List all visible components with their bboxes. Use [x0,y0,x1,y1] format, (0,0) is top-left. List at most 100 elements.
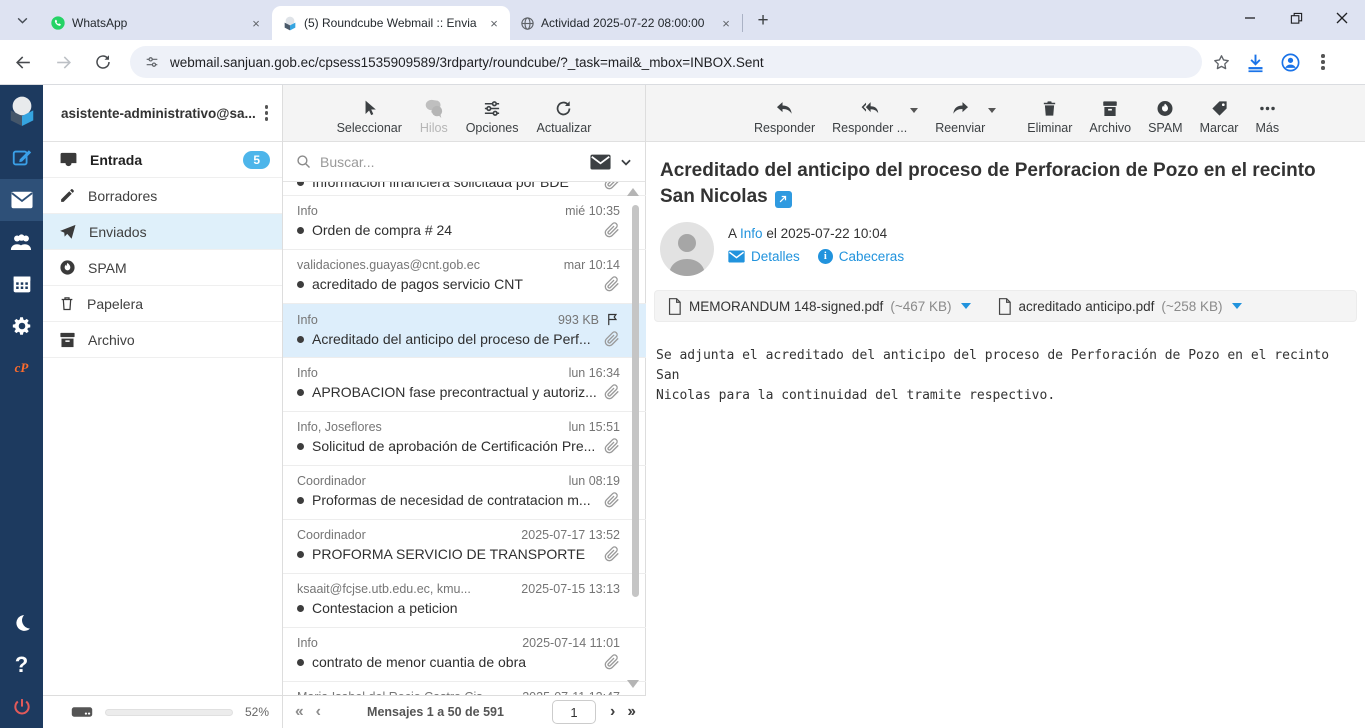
message-row[interactable]: Coordinador lun 08:19 Proformas de neces… [283,466,646,520]
first-page-button[interactable]: ‹‹ [295,703,302,721]
message-row[interactable]: Info mié 10:35 Orden de compra # 24 [283,196,646,250]
paperclip-icon [604,331,620,347]
paperclip-icon [604,384,620,400]
message-sender: Info, Joseflores [297,420,569,434]
spam-button[interactable]: SPAM [1148,99,1183,135]
refresh-button[interactable]: Actualizar [533,99,596,135]
unread-dot [297,497,304,504]
last-page-button[interactable]: ›› [627,703,634,721]
forward-dropdown-caret[interactable] [988,108,996,113]
threads-button[interactable]: Hilos [416,99,452,135]
tab-actividad[interactable]: Actividad 2025-07-22 08:00:00 × [510,6,742,40]
reply-all-dropdown-caret[interactable] [910,108,918,113]
list-scroll-down-icon[interactable] [627,680,639,688]
close-window-button[interactable] [1319,0,1365,36]
browser-menu-icon[interactable] [1315,50,1331,74]
roundcube-logo [0,85,43,137]
list-scrollbar[interactable] [632,205,639,597]
tab-whatsapp[interactable]: WhatsApp × [40,6,272,40]
message-subject: acreditado de pagos servicio CNT [312,276,596,292]
folder-papelera[interactable]: Papelera [43,286,282,322]
search-scope-mail-icon[interactable] [590,154,611,170]
attachment-item[interactable]: MEMORANDUM 148-signed.pdf (~467 KB) [667,298,971,315]
trash-icon [59,295,75,312]
cpanel-link[interactable]: cP [0,347,43,389]
page-number-input[interactable]: 1 [552,700,596,724]
message-row[interactable]: Info, Joseflores lun 15:51 Solicitud de … [283,412,646,466]
site-settings-icon[interactable] [144,54,160,70]
options-button[interactable]: Opciones [462,99,523,135]
reply-all-button[interactable]: Responder ... [832,99,907,135]
mail-nav-button[interactable] [0,179,43,221]
folder-entrada[interactable]: Entrada 5 [43,142,282,178]
search-input[interactable] [320,154,582,170]
select-button[interactable]: Seleccionar [333,99,406,135]
message-row[interactable]: Info lun 16:34 APROBACION fase precontra… [283,358,646,412]
reload-button[interactable] [86,45,120,79]
prev-page-button[interactable]: ‹ [316,703,319,721]
message-row[interactable]: Maria Isabel del Rocio Castro Cis... 202… [283,682,646,695]
attachment-menu-caret[interactable] [961,303,971,309]
message-date: 2025-07-15 13:13 [521,582,620,596]
tab-separator [742,14,743,32]
message-subject: contrato de menor cuantia de obra [312,654,596,670]
folder-spam[interactable]: SPAM [43,250,282,286]
delete-button[interactable]: Eliminar [1027,99,1072,135]
dark-mode-button[interactable] [0,602,43,644]
tab-close-icon[interactable]: × [718,15,734,31]
tab-search-button[interactable] [8,6,36,34]
paper-plane-icon [59,223,77,241]
help-button[interactable]: ? [0,644,43,686]
message-sender: Info [297,636,522,650]
flag-icon [605,312,620,327]
message-row[interactable]: Info 2025-07-14 11:01 contrato de menor … [283,628,646,682]
message-row[interactable]: Coordinador 2025-07-17 13:52 PROFORMA SE… [283,520,646,574]
tab-roundcube-active[interactable]: (5) Roundcube Webmail :: Envia × [272,6,510,40]
archive-button[interactable]: SPAM Archivo [1089,99,1131,135]
message-row[interactable]: Info 993 KB Acreditado del anticipo del … [283,304,646,358]
next-page-button[interactable]: › [610,703,613,721]
forward-button[interactable]: Reenviar [935,99,985,135]
folder-enviados[interactable]: Enviados [43,214,282,250]
account-menu-icon[interactable] [259,101,275,125]
pagination-text: Mensajes 1 a 50 de 591 [333,705,538,719]
details-toggle[interactable]: Detalles [728,249,800,264]
open-in-new-window-icon[interactable] [775,191,792,208]
headers-toggle[interactable]: i Cabeceras [818,249,904,264]
profile-icon[interactable] [1280,52,1301,73]
back-button[interactable] [6,45,40,79]
attachment-item[interactable]: acreditado anticipo.pdf (~258 KB) [997,298,1242,315]
unread-dot [297,281,304,288]
minimize-button[interactable] [1227,0,1273,36]
tab-close-icon[interactable]: × [248,15,264,31]
restore-button[interactable] [1273,0,1319,36]
settings-nav-button[interactable] [0,305,43,347]
unread-dot [297,659,304,666]
message-row[interactable]: Información financiera solicitada por BD… [283,182,646,196]
compose-button[interactable] [0,137,43,179]
more-button[interactable]: Más [1255,99,1279,135]
address-bar[interactable]: webmail.sanjuan.gob.ec/cpsess1535909589/… [130,46,1202,78]
new-tab-button[interactable]: + [749,7,777,35]
downloads-icon[interactable] [1245,52,1266,73]
message-row[interactable]: ksaait@fcjse.utb.edu.ec, kmu... 2025-07-… [283,574,646,628]
forward-button[interactable] [46,45,80,79]
info-icon: i [818,249,833,264]
folder-archivo[interactable]: Archivo [43,322,282,358]
list-scroll-up-icon[interactable] [627,188,639,196]
recipient-link[interactable]: Info [740,226,763,241]
message-subject: Acreditado del anticipo del proceso de P… [312,331,596,347]
tab-close-icon[interactable]: × [486,15,502,31]
tab-title: WhatsApp [72,16,242,30]
reply-button[interactable]: Responder [754,99,815,135]
contacts-nav-button[interactable] [0,221,43,263]
calendar-nav-button[interactable] [0,263,43,305]
attachment-menu-caret[interactable] [1232,303,1242,309]
folder-borradores[interactable]: Borradores [43,178,282,214]
mark-button[interactable]: Marcar [1200,99,1239,135]
message-row[interactable]: validaciones.guayas@cnt.gob.ec mar 10:14… [283,250,646,304]
search-options-chevron-icon[interactable] [619,155,633,169]
bookmark-star-icon[interactable] [1212,53,1231,72]
logout-button[interactable] [0,686,43,728]
account-header[interactable]: asistente-administrativo@sa... [43,85,282,142]
